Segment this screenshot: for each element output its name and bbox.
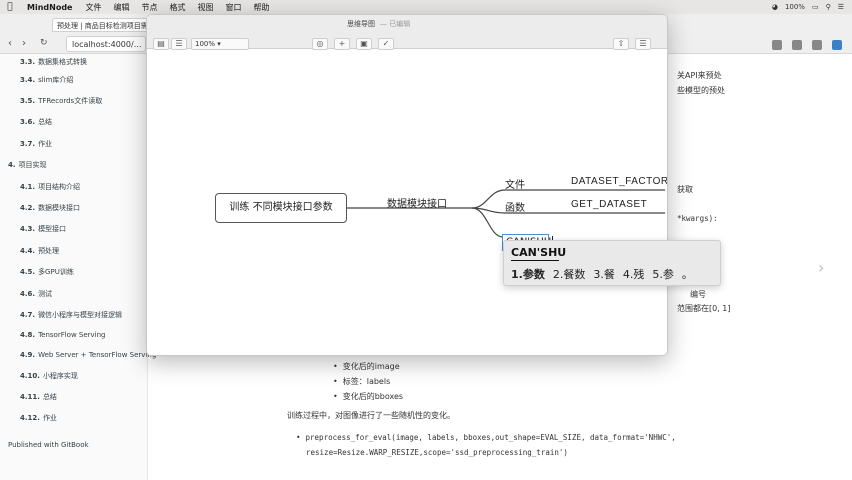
extension-icon[interactable] bbox=[812, 40, 822, 50]
menu-window[interactable]: 窗口 bbox=[219, 2, 247, 13]
menu-node[interactable]: 节点 bbox=[135, 2, 163, 13]
menu-view[interactable]: 视图 bbox=[191, 2, 219, 13]
battery-icon[interactable]: ▭ bbox=[812, 3, 819, 11]
toc-item[interactable]: 4.1. 项目结构介绍 bbox=[20, 182, 80, 192]
list-item: 变化后的bboxes bbox=[333, 391, 403, 402]
toc-item[interactable]: 3.3. 数据集格式转换 bbox=[20, 57, 87, 67]
toc-item[interactable]: 4.8. TensorFlow Serving bbox=[20, 331, 106, 339]
mindnode-window: 思维导图 — 已编辑 ▤ ☰ 100% ▾ ◎ + ▣ ✓ ⇧ ☰ 训练 不同模块… bbox=[146, 14, 668, 356]
back-arrow-icon[interactable]: ‹ bbox=[8, 38, 12, 49]
code-line: resize=Resize.WARP_RESIZE,scope='ssd_pre… bbox=[306, 448, 568, 457]
gitbook-sidebar: 3.3. 数据集格式转换 3.4. slim库介绍 3.5. TFRecords文件读… bbox=[0, 54, 156, 480]
toc-item[interactable]: 4.11. 总结 bbox=[20, 392, 57, 402]
paragraph: 训练过程中，对图像进行了一些随机性的变化。 bbox=[287, 411, 455, 420]
toc-item[interactable]: 4.5. 多GPU训练 bbox=[20, 267, 74, 277]
branch-node[interactable]: 数据模块接口 bbox=[387, 195, 447, 210]
ime-more[interactable]: 。 bbox=[682, 266, 693, 282]
ime-candidates: 1.参数 2.餐数 3.餐 4.残 5.参 。 bbox=[511, 266, 693, 282]
child-node-file[interactable]: 文件 bbox=[505, 176, 525, 191]
page-text-fragment: 范围都在[0, 1] bbox=[677, 304, 731, 313]
ime-candidate[interactable]: 1.参数 bbox=[511, 266, 545, 282]
toc-item[interactable]: 4.2. 数据模块接口 bbox=[20, 203, 80, 213]
toc-item[interactable]: 4.12. 作业 bbox=[20, 413, 57, 423]
extension-icon[interactable] bbox=[772, 40, 782, 50]
battery-level[interactable]: 100% bbox=[785, 3, 805, 11]
ime-candidate[interactable]: 4.残 bbox=[623, 266, 645, 282]
toc-item[interactable]: 3.7. 作业 bbox=[20, 139, 52, 149]
page-text-fragment: 获取 bbox=[677, 185, 693, 194]
child-node-function[interactable]: 函数 bbox=[505, 199, 525, 214]
menu-help[interactable]: 帮助 bbox=[247, 2, 275, 13]
toc-item[interactable]: 4.10. 小程序实现 bbox=[20, 371, 78, 381]
desktop: { "menubar": { "app": "MindNode", "items… bbox=[0, 0, 852, 480]
ime-candidate-window: CAN'SHU 1.参数 2.餐数 3.餐 4.残 5.参 。 bbox=[503, 240, 721, 286]
extension-icon[interactable] bbox=[832, 40, 842, 50]
page-text-fragment: 编号 bbox=[690, 290, 706, 299]
toc-item[interactable]: 4.4. 预处理 bbox=[20, 246, 59, 256]
menu-app-name[interactable]: MindNode bbox=[20, 3, 79, 12]
toc-item[interactable]: 3.6. 总结 bbox=[20, 117, 52, 127]
toc-item[interactable]: 4.6. 测试 bbox=[20, 289, 52, 299]
code-line: preprocess_for_eval(image, labels, bboxe… bbox=[296, 433, 676, 442]
menu-format[interactable]: 格式 bbox=[163, 2, 191, 13]
toc-item[interactable]: 4.9. Web Server + TensorFlow Serving bbox=[20, 351, 156, 359]
leaf-node-get-dataset[interactable]: GET_DATASET bbox=[571, 199, 647, 210]
menu-extras-icon[interactable]: ☰ bbox=[838, 3, 844, 11]
page-text-fragment: 些模型的预处 bbox=[677, 86, 725, 95]
connector-file bbox=[471, 189, 506, 209]
toc-item[interactable]: 3.5. TFRecords文件读取 bbox=[20, 96, 102, 106]
menu-bar:  MindNode 文件 编辑 节点 格式 视图 窗口 帮助 ◕ 100% ▭… bbox=[0, 0, 852, 14]
ime-composition-underline bbox=[511, 260, 559, 261]
menu-edit[interactable]: 编辑 bbox=[107, 2, 135, 13]
toc-item[interactable]: 4.7. 微信小程序与模型对接逻辑 bbox=[20, 310, 122, 320]
ime-candidate[interactable]: 5.参 bbox=[652, 266, 674, 282]
ime-candidate[interactable]: 2.餐数 bbox=[553, 266, 586, 282]
url-text: localhost:4000/… bbox=[72, 40, 142, 49]
menu-file[interactable]: 文件 bbox=[79, 2, 107, 13]
browser-extensions bbox=[772, 40, 842, 50]
leaf-node-dataset-factory[interactable]: DATASET_FACTORY bbox=[571, 176, 667, 187]
toc-item[interactable]: 3.4. slim库介绍 bbox=[20, 75, 73, 85]
list-item: 标签：labels bbox=[333, 376, 391, 387]
address-bar[interactable]: localhost:4000/… bbox=[66, 36, 146, 52]
page-text-fragment: 关API来预处 bbox=[677, 71, 722, 80]
next-page-arrow-icon[interactable]: › bbox=[818, 258, 824, 277]
forward-arrow-icon[interactable]: › bbox=[22, 38, 26, 49]
ime-composition: CAN'SHU bbox=[511, 246, 567, 259]
code-fragment: *kwargs): bbox=[677, 214, 718, 223]
toc-item[interactable]: 4.3. 模型接口 bbox=[20, 224, 66, 234]
toc-item[interactable]: 4. 项目实现 bbox=[8, 160, 47, 170]
apple-icon[interactable]:  bbox=[0, 2, 20, 12]
search-icon[interactable]: ⚲ bbox=[826, 3, 831, 11]
wifi-icon[interactable]: ◕ bbox=[772, 3, 778, 11]
extension-icon[interactable] bbox=[792, 40, 802, 50]
list-item: 变化后的image bbox=[333, 361, 400, 372]
ime-candidate[interactable]: 3.餐 bbox=[593, 266, 615, 282]
root-node[interactable]: 训练 不同模块接口参数 bbox=[215, 193, 347, 223]
published-with-gitbook-link[interactable]: Published with GitBook bbox=[8, 441, 89, 449]
reload-icon[interactable]: ↻ bbox=[40, 38, 48, 48]
